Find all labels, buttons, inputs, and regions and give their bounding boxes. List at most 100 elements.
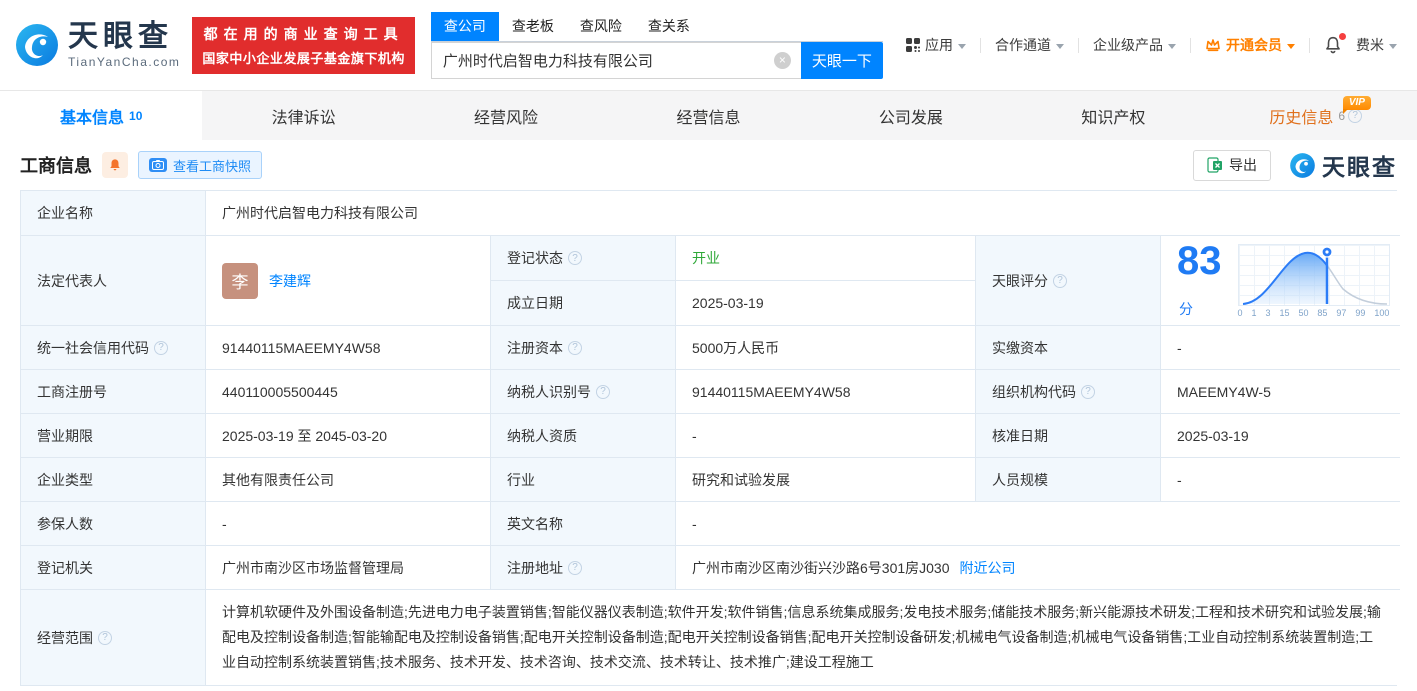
username-label: 费米 — [1356, 37, 1384, 53]
help-icon[interactable] — [1348, 108, 1363, 123]
score-unit: 分 — [1179, 300, 1193, 317]
tick: 85 — [1317, 307, 1328, 318]
tab-operation-risk[interactable]: 经营风险 — [405, 91, 607, 140]
tick: 1 — [1251, 307, 1257, 318]
tick: 97 — [1336, 307, 1347, 318]
search-block: 查公司 查老板 查风险 查关系 天眼一下 — [430, 11, 883, 79]
tab-history-info[interactable]: VIP 历史信息 6 — [1215, 91, 1417, 140]
search-input[interactable] — [430, 41, 801, 79]
user-menu[interactable]: 费米 — [1356, 35, 1397, 55]
tab-legal[interactable]: 法律诉讼 — [202, 91, 404, 140]
tab-basic-info[interactable]: 基本信息 10 — [0, 91, 203, 140]
search-tab-company[interactable]: 查公司 — [430, 11, 499, 41]
field-value-industry: 研究和试验发展 — [676, 458, 976, 502]
notifications-bell[interactable] — [1324, 33, 1346, 54]
field-label-org-code: 组织机构代码 — [976, 370, 1161, 414]
value-text: 计算机软硬件及外围设备制造;先进电力电子装置销售;智能仪器仪表制造;软件开发;软… — [222, 604, 1381, 670]
field-label-english-name: 英文名称 — [491, 502, 676, 546]
menu-apps[interactable]: 应用 — [906, 35, 966, 55]
field-label-paid-capital: 实缴资本 — [976, 326, 1161, 370]
nearby-companies-link[interactable]: 附近公司 — [960, 558, 1016, 578]
tick: 99 — [1355, 307, 1366, 318]
value-text: MAEEMY4W-5 — [1177, 383, 1271, 400]
value-text: 5000万人民币 — [692, 339, 780, 356]
field-value-legal-representative: 李 李建辉 — [206, 236, 491, 326]
help-icon[interactable] — [1081, 384, 1095, 399]
help-icon[interactable] — [596, 384, 610, 399]
field-value-registration-number: 440110005500445 — [206, 370, 491, 414]
tab-operation-risk-label: 经营风险 — [474, 109, 539, 127]
field-value-taxpayer-quality: - — [676, 414, 976, 458]
value-text: 91440115MAEEMY4W58 — [692, 383, 851, 400]
label-text: 营业期限 — [37, 427, 93, 444]
label-text: 登记状态 — [507, 250, 563, 266]
label-text: 英文名称 — [507, 515, 563, 532]
tick: 50 — [1298, 307, 1309, 318]
business-snapshot-label: 查看工商快照 — [173, 158, 252, 174]
field-label-registration-authority: 登记机关 — [21, 546, 206, 590]
tianyancha-logo-icon — [16, 24, 58, 66]
page-header: 天眼查 TianYanCha.com 都在用的商业查询工具 国家中小企业发展子基… — [0, 0, 1417, 90]
value-text: 91440115MAEEMY4W58 — [222, 339, 381, 356]
field-label-company-type: 企业类型 — [21, 458, 206, 502]
bell-icon — [110, 159, 120, 171]
chevron-down-icon — [1389, 43, 1397, 49]
notification-dot — [1339, 33, 1346, 40]
field-value-approval-date: 2025-03-19 — [1161, 414, 1400, 458]
monitor-bell-button[interactable] — [102, 152, 128, 178]
field-label-registration-number: 工商注册号 — [21, 370, 206, 414]
field-label-registered-address: 注册地址 — [491, 546, 676, 590]
label-text: 组织机构代码 — [992, 383, 1076, 400]
avatar: 李 — [222, 262, 258, 299]
field-label-business-scope: 经营范围 — [21, 590, 206, 685]
field-value-registration-authority: 广州市南沙区市场监督管理局 — [206, 546, 491, 590]
tab-basic-info-label: 基本信息 — [60, 109, 125, 127]
tab-business-info-label: 经营信息 — [676, 109, 741, 127]
chevron-down-icon — [1287, 43, 1295, 49]
label-text: 工商注册号 — [37, 383, 107, 400]
field-value-english-name: - — [676, 502, 1400, 546]
field-value-company-name: 广州时代启智电力科技有限公司 — [206, 191, 1400, 236]
divider — [980, 37, 981, 53]
camera-icon — [149, 158, 167, 172]
divider — [1309, 37, 1310, 53]
business-snapshot-button[interactable]: 查看工商快照 — [138, 151, 263, 179]
value-text: 2025-03-19 — [1177, 427, 1249, 444]
help-icon[interactable] — [1053, 273, 1067, 288]
label-text: 注册地址 — [507, 559, 563, 576]
legal-representative-link[interactable]: 李建辉 — [269, 271, 311, 291]
help-icon[interactable] — [568, 560, 582, 575]
help-icon[interactable] — [98, 630, 112, 645]
field-value-registered-address: 广州市南沙区南沙街兴沙路6号301房J030 附近公司 — [676, 546, 1400, 590]
tab-intellectual-property[interactable]: 知识产权 — [1012, 91, 1214, 140]
tab-company-development[interactable]: 公司发展 — [810, 91, 1012, 140]
label-text: 天眼评分 — [992, 272, 1048, 289]
help-icon[interactable] — [568, 251, 582, 265]
tab-intellectual-property-label: 知识产权 — [1081, 109, 1146, 127]
menu-enterprise[interactable]: 企业级产品 — [1093, 35, 1176, 55]
help-icon[interactable] — [568, 340, 582, 355]
field-value-company-type: 其他有限责任公司 — [206, 458, 491, 502]
tianyancha-logo[interactable]: 天眼查 TianYanCha.com — [14, 21, 180, 69]
tab-business-info[interactable]: 经营信息 — [607, 91, 809, 140]
menu-vip[interactable]: 开通会员 — [1205, 35, 1295, 55]
field-value-registration-status: 开业 — [676, 236, 976, 281]
field-label-staff-size: 人员规模 — [976, 458, 1161, 502]
search-tab-relation[interactable]: 查关系 — [635, 12, 703, 41]
help-icon[interactable] — [154, 340, 168, 355]
search-tab-boss[interactable]: 查老板 — [499, 12, 567, 41]
brand-watermark: 天眼查 — [1289, 148, 1397, 182]
value-text: - — [1177, 471, 1182, 488]
field-label-establish-date: 成立日期 — [491, 281, 676, 326]
search-button[interactable]: 天眼一下 — [800, 41, 883, 79]
export-button[interactable]: 导出 — [1193, 149, 1271, 181]
section-header: 工商信息 查看工商快照 导出 天眼查 — [0, 140, 1417, 190]
field-label-registration-status: 登记状态 — [491, 236, 676, 281]
field-value-taxpayer-id: 91440115MAEEMY4W58 — [676, 370, 976, 414]
menu-partners[interactable]: 合作通道 — [995, 35, 1064, 55]
clear-search-icon[interactable] — [773, 51, 791, 69]
brand-watermark-label: 天眼查 — [1322, 154, 1397, 180]
value-text: 2025-03-19 — [692, 295, 764, 311]
tab-company-development-label: 公司发展 — [878, 109, 943, 127]
search-tab-risk[interactable]: 查风险 — [567, 12, 635, 41]
